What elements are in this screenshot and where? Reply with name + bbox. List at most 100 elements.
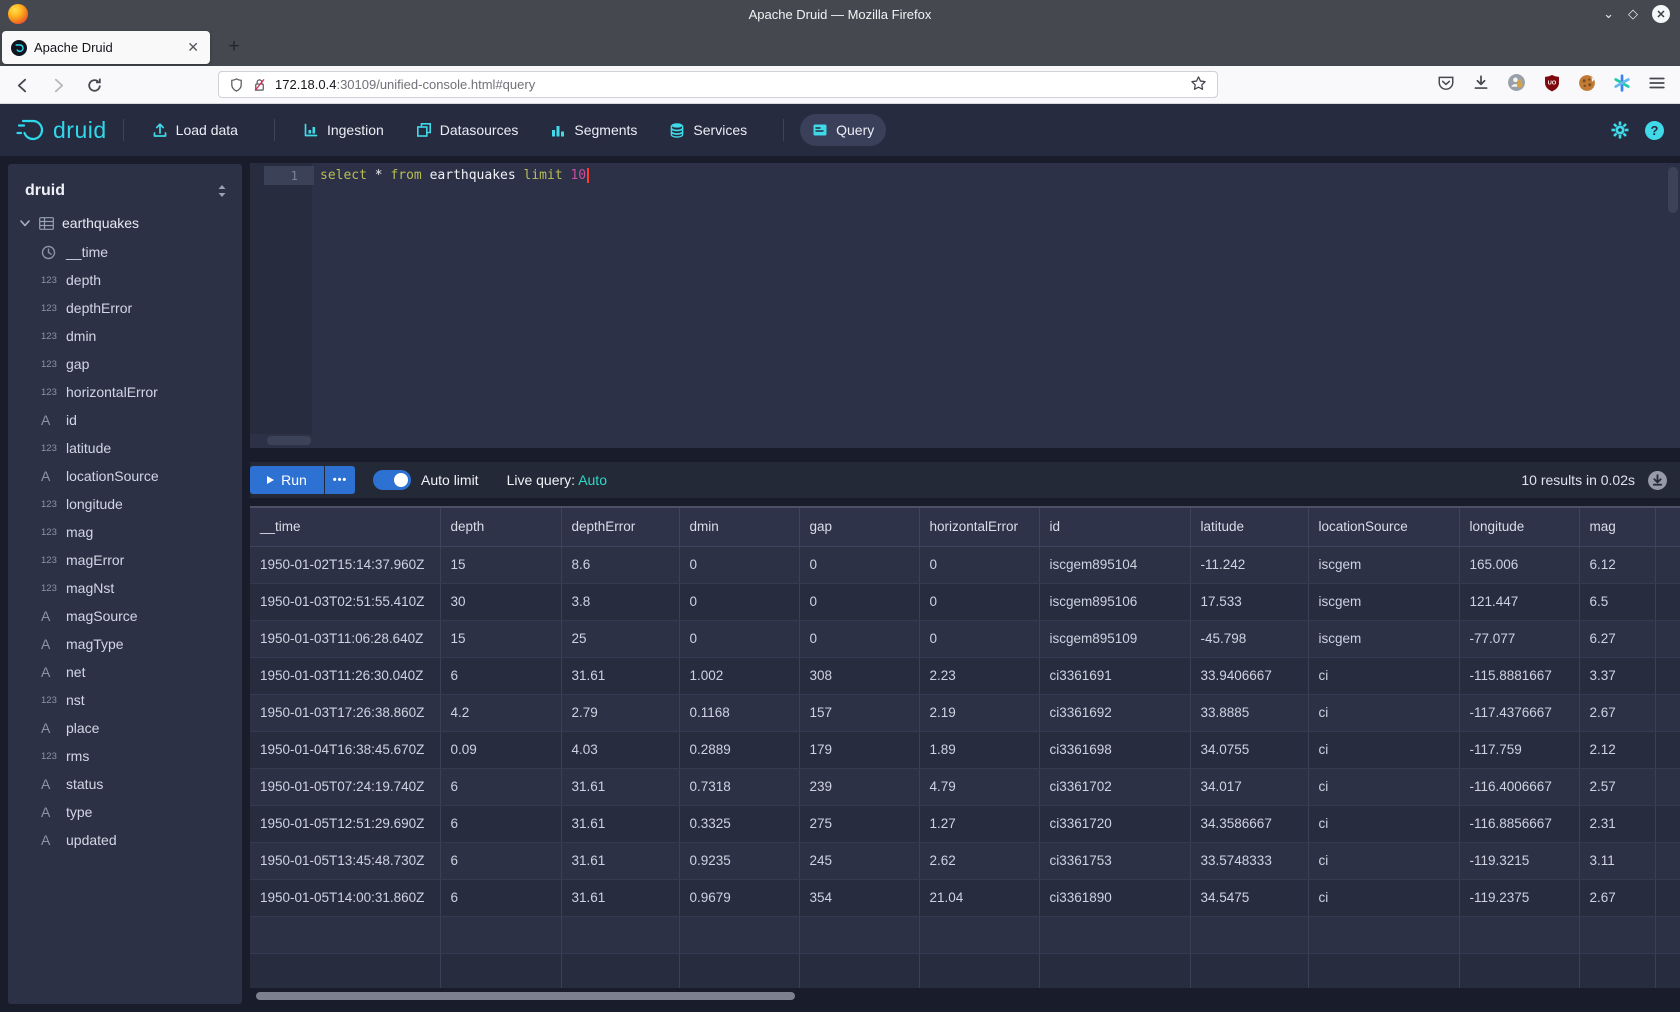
download-results-icon[interactable]: [1647, 470, 1668, 491]
table-cell[interactable]: [679, 916, 799, 953]
table-cell[interactable]: 15: [440, 620, 561, 657]
table-cell[interactable]: ci3361698: [1039, 731, 1190, 768]
results-horizontal-scrollbar[interactable]: [256, 992, 795, 1000]
double-caret-icon[interactable]: [216, 184, 228, 198]
sidebar-column-latitude[interactable]: 123latitude: [8, 434, 242, 462]
table-cell[interactable]: 0.7318: [679, 768, 799, 805]
table-cell[interactable]: 6: [440, 805, 561, 842]
table-cell[interactable]: iscgem: [1308, 620, 1459, 657]
table-cell[interactable]: 0.1168: [679, 694, 799, 731]
column-header-longitude[interactable]: longitude: [1459, 508, 1579, 546]
table-cell[interactable]: 31.61: [561, 879, 679, 916]
table-cell[interactable]: 3.11: [1579, 842, 1655, 879]
table-cell[interactable]: 1950-01-05T12:51:29.690Z: [250, 805, 440, 842]
sidebar-column-updated[interactable]: Aupdated: [8, 826, 242, 854]
sidebar-column-rms[interactable]: 123rms: [8, 742, 242, 770]
sidebar-column-mag[interactable]: 123mag: [8, 518, 242, 546]
column-header-gap[interactable]: gap: [799, 508, 919, 546]
table-cell[interactable]: ci: [1308, 805, 1459, 842]
table-cell[interactable]: 0: [679, 546, 799, 583]
table-cell[interactable]: -117.759: [1459, 731, 1579, 768]
table-cell[interactable]: [919, 916, 1039, 953]
column-header-locationSource[interactable]: locationSource: [1308, 508, 1459, 546]
sidebar-column-nst[interactable]: 123nst: [8, 686, 242, 714]
table-cell[interactable]: 2.19: [919, 694, 1039, 731]
pocket-icon[interactable]: [1437, 74, 1455, 97]
table-cell[interactable]: -117.4376667: [1459, 694, 1579, 731]
table-cell[interactable]: ci3361702: [1039, 768, 1190, 805]
sidebar-column-net[interactable]: Anet: [8, 658, 242, 686]
table-cell[interactable]: 15: [440, 546, 561, 583]
editor-horizontal-scrollbar[interactable]: [267, 436, 311, 445]
menu-hamburger-icon[interactable]: [1648, 74, 1666, 97]
settings-gear-icon[interactable]: [1610, 120, 1630, 140]
table-cell[interactable]: [1459, 916, 1579, 953]
chevron-down-icon[interactable]: [19, 217, 39, 229]
table-cell[interactable]: -115.8881667: [1459, 657, 1579, 694]
window-close-icon[interactable]: ✕: [1652, 5, 1670, 23]
table-cell[interactable]: 4.03: [561, 731, 679, 768]
table-cell[interactable]: 121.447: [1459, 583, 1579, 620]
window-minimize-icon[interactable]: ⌄: [1603, 6, 1614, 22]
url-bar[interactable]: 172.18.0.4:30109/unified-console.html#qu…: [218, 71, 1218, 98]
table-cell[interactable]: [1039, 916, 1190, 953]
nav-item-datasources[interactable]: Datasources: [404, 114, 531, 146]
new-tab-button[interactable]: +: [220, 33, 248, 61]
run-button[interactable]: Run: [250, 466, 324, 494]
nav-item-query[interactable]: Query: [800, 114, 886, 146]
table-cell[interactable]: iscgem895104: [1039, 546, 1190, 583]
table-cell[interactable]: 1950-01-03T11:06:28.640Z: [250, 620, 440, 657]
table-cell[interactable]: ci: [1308, 731, 1459, 768]
forward-icon[interactable]: [46, 73, 70, 97]
table-cell[interactable]: [440, 953, 561, 988]
table-cell[interactable]: [1655, 583, 1680, 620]
table-cell[interactable]: 31.61: [561, 805, 679, 842]
table-cell[interactable]: 2.67: [1579, 879, 1655, 916]
table-cell[interactable]: [1655, 805, 1680, 842]
sql-code-line[interactable]: select * from earthquakes limit 10: [320, 168, 589, 183]
table-cell[interactable]: [1655, 657, 1680, 694]
table-cell[interactable]: 308: [799, 657, 919, 694]
table-cell[interactable]: 4.2: [440, 694, 561, 731]
table-cell[interactable]: 0: [799, 620, 919, 657]
sidebar-column-magNst[interactable]: 123magNst: [8, 574, 242, 602]
table-cell[interactable]: 6.5: [1579, 583, 1655, 620]
sql-editor[interactable]: 1 select * from earthquakes limit 10: [250, 163, 1680, 448]
help-icon[interactable]: ?: [1645, 121, 1664, 140]
table-cell[interactable]: 17.533: [1190, 583, 1308, 620]
table-cell[interactable]: 21.04: [919, 879, 1039, 916]
table-cell[interactable]: [1655, 768, 1680, 805]
column-header-horizontalError[interactable]: horizontalError: [919, 508, 1039, 546]
table-cell[interactable]: 33.9406667: [1190, 657, 1308, 694]
sidebar-column-depthError[interactable]: 123depthError: [8, 294, 242, 322]
table-cell[interactable]: 34.3586667: [1190, 805, 1308, 842]
column-header-__time[interactable]: __time: [250, 508, 440, 546]
table-cell[interactable]: -119.3215: [1459, 842, 1579, 879]
nav-item-segments[interactable]: Segments: [538, 114, 649, 146]
table-cell[interactable]: 0: [679, 620, 799, 657]
table-cell[interactable]: -11.242: [1190, 546, 1308, 583]
table-cell[interactable]: [561, 916, 679, 953]
proxy-extension-icon[interactable]: [1507, 73, 1526, 97]
table-cell[interactable]: 34.5475: [1190, 879, 1308, 916]
table-cell[interactable]: [1190, 916, 1308, 953]
table-cell[interactable]: 6.27: [1579, 620, 1655, 657]
table-cell[interactable]: 31.61: [561, 657, 679, 694]
table-cell[interactable]: 0: [679, 583, 799, 620]
table-cell[interactable]: [250, 953, 440, 988]
table-cell[interactable]: [1039, 953, 1190, 988]
sidebar-column-type[interactable]: Atype: [8, 798, 242, 826]
table-cell[interactable]: 1950-01-03T17:26:38.860Z: [250, 694, 440, 731]
table-cell[interactable]: [440, 916, 561, 953]
table-cell[interactable]: 1.27: [919, 805, 1039, 842]
table-cell[interactable]: ci: [1308, 768, 1459, 805]
tracking-shield-icon[interactable]: [229, 77, 244, 93]
table-cell[interactable]: ci: [1308, 657, 1459, 694]
sidebar-column-place[interactable]: Aplace: [8, 714, 242, 742]
table-cell[interactable]: 1.002: [679, 657, 799, 694]
table-cell[interactable]: iscgem895106: [1039, 583, 1190, 620]
table-cell[interactable]: iscgem: [1308, 546, 1459, 583]
table-cell[interactable]: 6.12: [1579, 546, 1655, 583]
nav-item-ingestion[interactable]: Ingestion: [291, 114, 396, 146]
table-cell[interactable]: [1655, 694, 1680, 731]
